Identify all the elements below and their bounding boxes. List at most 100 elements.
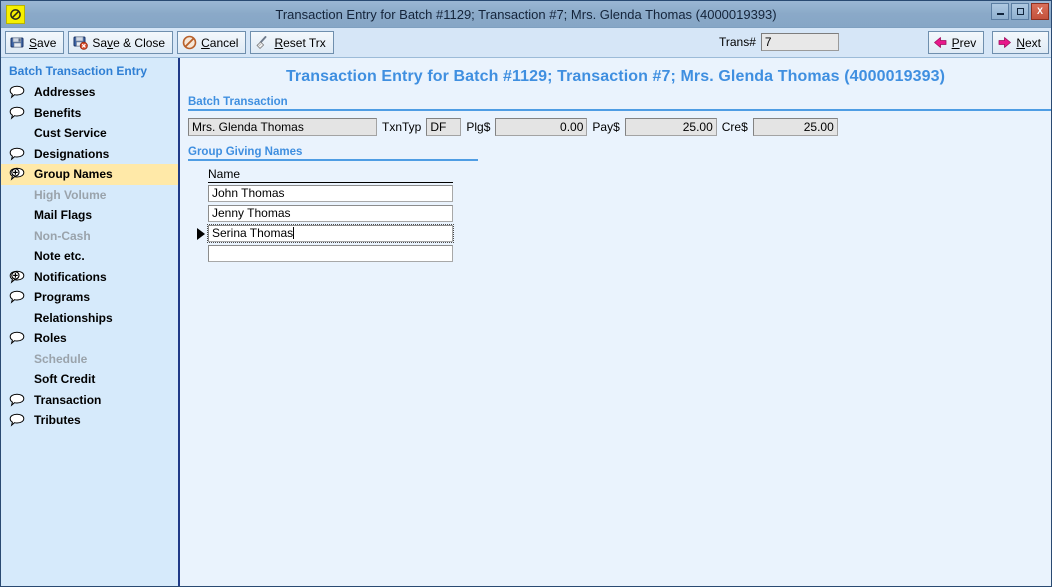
window-title: Transaction Entry for Batch #1129; Trans… xyxy=(275,6,777,22)
sidebar-item-label: Benefits xyxy=(34,105,82,120)
table-row[interactable]: Jenny Thomas xyxy=(208,204,478,223)
sidebar-item-label: Programs xyxy=(34,290,91,305)
group-giving-name-cell[interactable] xyxy=(208,245,453,262)
sidebar-item-schedule: Schedule xyxy=(1,349,178,370)
sidebar-item-relationships[interactable]: Relationships xyxy=(1,308,178,329)
sidebar-item-label: Schedule xyxy=(34,351,88,366)
sidebar-item-notifications[interactable]: Notifications xyxy=(1,267,178,288)
sidebar-item-label: Roles xyxy=(34,331,67,346)
plus-circle-icon xyxy=(9,270,29,284)
content-pane: Transaction Entry for Batch #1129; Trans… xyxy=(180,58,1051,586)
window-controls: X xyxy=(991,3,1049,20)
sidebar-item-note-etc[interactable]: Note etc. xyxy=(1,246,178,267)
sidebar-item-high-volume: High Volume xyxy=(1,185,178,206)
row-selector-caret-icon xyxy=(194,227,208,240)
reset-trx-button-label: Reset Trx xyxy=(274,35,326,50)
toolbar: Save Save & Close Cancel Reset Trx Trans… xyxy=(1,28,1051,58)
next-button[interactable]: Next xyxy=(992,31,1049,54)
sidebar-item-label: Notifications xyxy=(34,269,107,284)
sidebar-item-label: Non-Cash xyxy=(34,228,91,243)
text-cursor xyxy=(293,227,295,239)
minimize-icon[interactable] xyxy=(991,3,1009,20)
trans-number-label: Trans# xyxy=(719,35,756,49)
page-title: Transaction Entry for Batch #1129; Trans… xyxy=(285,68,946,85)
group-giving-name-cell[interactable]: Serina Thomas xyxy=(207,224,454,243)
reset-trx-button[interactable]: Reset Trx xyxy=(250,31,334,54)
sidebar-item-group-names[interactable]: Group Names xyxy=(1,164,178,185)
table-row[interactable]: Serina Thomas xyxy=(197,224,478,243)
table-row[interactable] xyxy=(208,244,478,263)
speech-bubble-icon xyxy=(9,393,29,407)
cancel-icon xyxy=(182,35,197,50)
group-giving-names-grid: Name John Thomas Jenny Thomas Serina Thoma… xyxy=(197,167,478,263)
sidebar-item-benefits[interactable]: Benefits xyxy=(1,103,178,124)
sidebar-item-transaction[interactable]: Transaction xyxy=(1,390,178,411)
donor-name-field[interactable] xyxy=(188,118,377,136)
sidebar-item-soft-credit[interactable]: Soft Credit xyxy=(1,369,178,390)
sidebar-item-list: Addresses Benefits Cust Service Designation… xyxy=(1,82,178,431)
group-giving-names-title: Group Giving Names xyxy=(188,146,303,158)
speech-bubble-icon xyxy=(9,147,29,161)
batch-transaction-section: Batch Transaction TxnTyp Plg$ Pay$ Cre$ xyxy=(188,96,1051,136)
prohibited-circle-icon[interactable] xyxy=(6,4,25,24)
cancel-button-label: Cancel xyxy=(201,35,239,50)
title-bar: Transaction Entry for Batch #1129; Trans… xyxy=(1,1,1051,28)
credit-amount-label: Cre$ xyxy=(721,120,748,134)
sidebar-item-tributes[interactable]: Tributes xyxy=(1,410,178,431)
save-button-label: Save xyxy=(29,35,57,50)
trans-number-group: Trans# xyxy=(719,33,839,51)
sidebar-item-label: Transaction xyxy=(34,392,102,407)
sidebar-item-designations[interactable]: Designations xyxy=(1,144,178,165)
sidebar-item-cust-service[interactable]: Cust Service xyxy=(1,123,178,144)
record-navigation: Prev Next xyxy=(927,31,1049,54)
speech-bubble-icon xyxy=(9,413,29,427)
payment-amount-field[interactable] xyxy=(624,118,717,136)
sidebar-item-roles[interactable]: Roles xyxy=(1,328,178,349)
arrow-right-icon xyxy=(997,35,1012,50)
group-giving-names-section: Group Giving Names Name John Thomas Jenny… xyxy=(188,146,478,263)
group-giving-names-divider xyxy=(188,159,478,161)
grid-rows: John Thomas Jenny Thomas Serina Thomas xyxy=(197,184,478,263)
credit-amount-field[interactable] xyxy=(752,118,838,136)
sidebar-item-programs[interactable]: Programs xyxy=(1,287,178,308)
sidebar-item-label: Group Names xyxy=(34,167,113,182)
prev-button[interactable]: Prev xyxy=(927,31,985,54)
arrow-left-icon xyxy=(933,35,948,50)
save-and-close-button[interactable]: Save & Close xyxy=(68,31,174,54)
sidebar-item-mail-flags[interactable]: Mail Flags xyxy=(1,205,178,226)
sidebar-item-label: Tributes xyxy=(34,413,81,428)
body-area: Batch Transaction Entry Addresses Benefit… xyxy=(1,58,1051,586)
payment-amount-label: Pay$ xyxy=(592,120,620,134)
speech-bubble-icon xyxy=(9,290,29,304)
sidebar-title: Batch Transaction Entry xyxy=(9,64,148,78)
sidebar-item-label: High Volume xyxy=(34,187,107,202)
sidebar-item-label: Cust Service xyxy=(34,126,107,141)
table-row[interactable]: John Thomas xyxy=(208,184,478,203)
sidebar: Batch Transaction Entry Addresses Benefit… xyxy=(1,58,180,586)
plus-circle-icon xyxy=(9,167,29,181)
grid-column-header-name: Name xyxy=(208,167,453,183)
batch-transaction-divider xyxy=(188,109,1051,111)
sidebar-item-addresses[interactable]: Addresses xyxy=(1,82,178,103)
close-icon[interactable]: X xyxy=(1031,3,1049,20)
save-disk-icon xyxy=(10,35,25,50)
cancel-button[interactable]: Cancel xyxy=(177,31,247,54)
pledge-amount-field[interactable] xyxy=(495,118,588,136)
speech-bubble-icon xyxy=(9,331,29,345)
batch-transaction-title: Batch Transaction xyxy=(188,96,288,108)
sidebar-item-label: Designations xyxy=(34,146,110,161)
txntyp-field[interactable] xyxy=(426,118,462,136)
group-giving-name-cell[interactable]: John Thomas xyxy=(208,185,453,202)
sidebar-item-label: Mail Flags xyxy=(34,208,93,223)
trans-number-input[interactable] xyxy=(760,33,839,51)
sidebar-item-label: Relationships xyxy=(34,310,113,325)
maximize-icon[interactable] xyxy=(1011,3,1029,20)
speech-bubble-icon xyxy=(9,106,29,120)
reset-broom-icon xyxy=(255,35,270,50)
sidebar-item-label: Note etc. xyxy=(34,249,85,264)
save-button[interactable]: Save xyxy=(5,31,65,54)
save-close-icon xyxy=(73,35,89,50)
group-giving-name-cell[interactable]: Jenny Thomas xyxy=(208,205,453,222)
application-window: Transaction Entry for Batch #1129; Trans… xyxy=(0,0,1052,587)
save-and-close-button-label: Save & Close xyxy=(92,35,166,50)
